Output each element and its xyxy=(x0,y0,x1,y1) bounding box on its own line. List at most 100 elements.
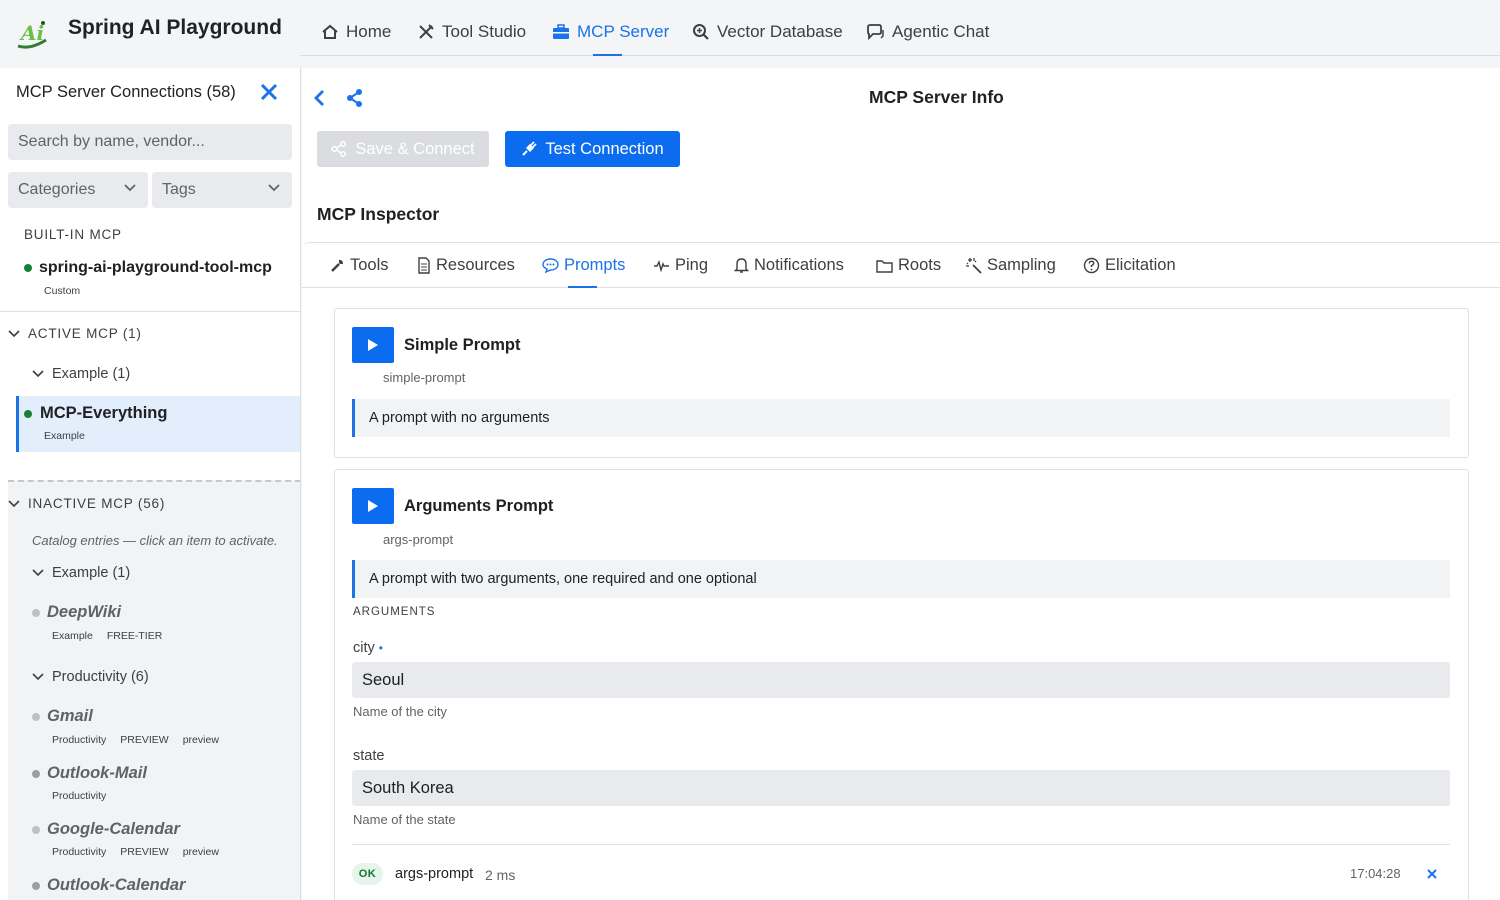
tag: Productivity xyxy=(52,790,107,802)
test-connection-label: Test Connection xyxy=(545,139,664,158)
run-prompt-button[interactable] xyxy=(352,327,394,363)
search-input[interactable] xyxy=(8,124,292,160)
chevron-down-icon xyxy=(32,569,44,577)
required-indicator: • xyxy=(378,641,383,655)
nav-home-label: Home xyxy=(346,22,392,41)
result-duration: 2 ms xyxy=(485,867,516,883)
tab-label: Roots xyxy=(898,256,942,274)
magic-wand-icon xyxy=(966,258,982,274)
nav-mcp-server[interactable]: MCP Server xyxy=(552,22,669,42)
close-icon[interactable] xyxy=(259,82,279,102)
play-icon xyxy=(368,500,378,512)
brand[interactable]: Ai Spring AI Playground xyxy=(16,14,282,50)
status-dot xyxy=(32,826,40,834)
prompt-id: args-prompt xyxy=(383,532,454,547)
active-item-mcp-everything[interactable]: MCP-Everything Example xyxy=(16,396,300,452)
home-icon xyxy=(322,24,338,39)
inactive-group-example[interactable]: Example (1) xyxy=(32,565,130,581)
nav-home[interactable]: Home xyxy=(321,22,391,42)
tab-active-indicator xyxy=(568,286,597,288)
tab-notifications[interactable]: Notifications xyxy=(734,256,844,275)
prompt-description: A prompt with two arguments, one require… xyxy=(352,560,1450,598)
nav-tool-studio[interactable]: Tool Studio xyxy=(417,22,526,42)
result-timestamp: 17:04:28 xyxy=(1350,866,1401,881)
categories-select[interactable]: Categories xyxy=(8,172,148,208)
nav-agentic-chat-label: Agentic Chat xyxy=(892,22,990,41)
sidebar-title: MCP Server Connections (58) xyxy=(16,83,236,101)
tab-label: Sampling xyxy=(987,256,1056,274)
nav-active-indicator xyxy=(593,54,622,56)
share-icon[interactable] xyxy=(346,88,364,108)
prompt-id: simple-prompt xyxy=(383,370,466,385)
tab-ping[interactable]: Ping xyxy=(653,256,708,275)
bell-icon xyxy=(734,258,749,273)
app-title: Spring AI Playground xyxy=(68,16,282,39)
tab-tools[interactable]: Tools xyxy=(329,256,389,275)
chevron-down-icon xyxy=(268,184,280,192)
run-prompt-button[interactable] xyxy=(352,488,394,524)
folder-icon xyxy=(876,259,893,273)
sidebar: MCP Server Connections (58) Categories T… xyxy=(0,68,301,900)
app-header: Ai Spring AI Playground Home Tool Studio… xyxy=(0,0,1500,68)
inspector-title: MCP Inspector xyxy=(317,204,440,224)
builtin-item-meta: Custom xyxy=(44,285,81,297)
tab-elicitation[interactable]: Elicitation xyxy=(1083,256,1176,275)
active-item-meta: Example xyxy=(44,430,85,442)
close-icon[interactable] xyxy=(1426,868,1438,880)
tab-label: Ping xyxy=(675,256,709,274)
save-connect-button[interactable]: Save & Connect xyxy=(317,131,489,167)
inactive-section-label: INACTIVE MCP (56) xyxy=(28,496,166,511)
chevron-down-icon xyxy=(124,184,136,192)
search-db-icon xyxy=(693,24,709,40)
tools-icon xyxy=(419,24,434,39)
tag: Productivity xyxy=(52,734,107,746)
tab-resources[interactable]: Resources xyxy=(417,256,515,275)
tab-prompts[interactable]: Prompts xyxy=(542,256,625,275)
tags-select[interactable]: Tags xyxy=(152,172,292,208)
inactive-item-tags: Productivity PREVIEW preview xyxy=(52,846,233,858)
chevron-down-icon xyxy=(32,673,44,681)
back-icon[interactable] xyxy=(312,88,326,108)
briefcase-icon xyxy=(553,24,569,39)
inactive-group-productivity[interactable]: Productivity (6) xyxy=(32,669,149,685)
tab-label: Notifications xyxy=(754,256,844,274)
inactive-item-name: Outlook-Calendar xyxy=(47,876,186,894)
active-section-label: ACTIVE MCP (1) xyxy=(28,326,142,341)
inactive-section-header[interactable]: INACTIVE MCP (56) xyxy=(8,496,165,511)
share-nodes-icon xyxy=(331,141,347,157)
tab-label: Elicitation xyxy=(1105,256,1176,274)
nav-vector-database[interactable]: Vector Database xyxy=(692,22,843,42)
page-title: MCP Server Info xyxy=(869,87,1004,107)
categories-label: Categories xyxy=(18,181,96,198)
nav-agentic-chat[interactable]: Agentic Chat xyxy=(866,22,989,42)
status-badge: OK xyxy=(352,863,383,885)
chevron-down-icon xyxy=(8,329,20,337)
builtin-section-header: BUILT-IN MCP xyxy=(24,227,122,242)
chevron-down-icon xyxy=(32,370,44,378)
chevron-down-icon xyxy=(8,499,20,507)
state-help-text: Name of the state xyxy=(353,812,456,827)
inactive-item-tags: Productivity PREVIEW preview xyxy=(52,734,233,746)
state-input[interactable] xyxy=(352,770,1450,806)
tab-sampling[interactable]: Sampling xyxy=(965,256,1056,275)
prompt-title: Arguments Prompt xyxy=(404,497,554,515)
save-connect-label: Save & Connect xyxy=(355,139,475,158)
tab-roots[interactable]: Roots xyxy=(876,256,941,275)
tag: PREVIEW xyxy=(120,734,169,746)
status-dot xyxy=(32,713,40,721)
svg-text:Ai: Ai xyxy=(19,21,44,45)
tag: preview xyxy=(182,734,219,746)
plug-icon xyxy=(522,141,537,156)
inactive-item-tags: Example FREE-TIER xyxy=(52,630,176,642)
inactive-group-label: Example (1) xyxy=(52,565,131,581)
active-group-example[interactable]: Example (1) xyxy=(32,366,130,382)
tab-label: Tools xyxy=(350,256,389,274)
inactive-item-name: Outlook-Mail xyxy=(47,764,147,782)
city-help-text: Name of the city xyxy=(353,704,447,719)
inspector-tabs: Tools Resources Prompts Ping Notificatio… xyxy=(302,242,1500,288)
status-dot xyxy=(32,882,40,890)
inactive-item-name: Google-Calendar xyxy=(47,820,180,838)
test-connection-button[interactable]: Test Connection xyxy=(505,131,680,167)
city-input[interactable] xyxy=(352,662,1450,698)
active-section-header[interactable]: ACTIVE MCP (1) xyxy=(8,326,142,341)
